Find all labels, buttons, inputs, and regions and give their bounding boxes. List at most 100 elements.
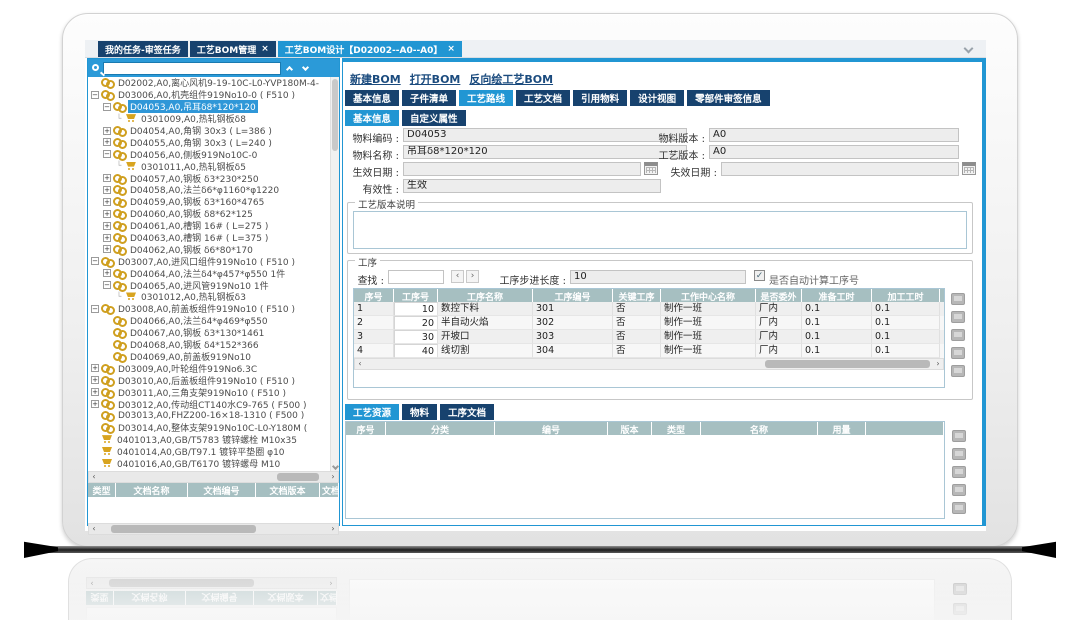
tab-step-doc[interactable]: 工序文档 [440, 404, 494, 420]
tree-item[interactable]: D04056,A0,侧板919No10C-0 [88, 148, 339, 160]
collapse-icon[interactable] [103, 281, 111, 289]
scrollbar-thumb[interactable] [765, 360, 930, 368]
open-bom-link[interactable]: 打开BOM [410, 71, 461, 87]
tree-item-selected[interactable]: D04053,A0,吊耳δ8*120*120 [88, 101, 339, 113]
scroll-left-arrow-icon[interactable] [89, 472, 99, 482]
material-version-field[interactable]: A0 [709, 128, 959, 142]
tree-item[interactable]: D04059,A0,钢板 δ3*160*4765 [88, 196, 339, 208]
tree-item[interactable]: 0401014,A0,GB/T97.1 镀锌平垫圈 φ10 [88, 446, 339, 458]
expand-icon[interactable] [103, 245, 111, 253]
expand-icon[interactable] [103, 234, 111, 242]
tree-item[interactable]: D04068,A0,钢板 δ4*152*366 [88, 339, 339, 351]
reverse-bom-link[interactable]: 反向绘工艺BOM [469, 71, 553, 87]
table-tool-button[interactable] [951, 365, 965, 377]
subtab-custom-props[interactable]: 自定义属性 [402, 110, 466, 126]
table-tool-button[interactable] [952, 430, 966, 442]
validity-field[interactable]: 生效 [403, 179, 661, 193]
tab-child-list[interactable]: 子件清单 [402, 90, 456, 106]
subtab-basic-info[interactable]: 基本信息 [345, 110, 399, 126]
tree-item[interactable]: D04054,A0,角钢 30x3 ( L=386 ) [88, 125, 339, 137]
tree-item[interactable]: D03014,A0,整体支架919No10C-L0-Y180M ( [88, 422, 339, 434]
tree-item[interactable]: D04057,A0,钢板 δ3*230*250 [88, 172, 339, 184]
tab-process-route[interactable]: 工艺路线 [459, 90, 513, 106]
scroll-right-arrow-icon[interactable] [328, 472, 338, 482]
tab-process-resource[interactable]: 工艺资源 [345, 404, 399, 420]
table-tool-button[interactable] [951, 329, 965, 341]
tree-item[interactable]: 0301009,A0,热轧钢板δ8 [88, 113, 339, 125]
cell[interactable]: 40 [394, 344, 438, 358]
tree-item[interactable]: D04063,A0,槽钢 16# ( L=375 ) [88, 232, 339, 244]
expand-icon[interactable] [91, 364, 99, 372]
scrollbar-thumb[interactable] [332, 79, 338, 151]
effective-date-field[interactable] [403, 162, 641, 176]
material-name-field[interactable]: 吊耳δ8*120*120 [403, 145, 687, 159]
tree-item[interactable]: D04069,A0,前盖板919No10 [88, 350, 339, 362]
expand-icon[interactable] [103, 210, 111, 218]
scrollbar-thumb[interactable] [277, 473, 319, 481]
tree-item[interactable]: D04065,A0,进风管919No10 1件 [88, 279, 339, 291]
table-tool-button[interactable] [951, 293, 965, 305]
tab-design-view[interactable]: 设计视图 [630, 90, 684, 106]
tree-item[interactable]: D04064,A0,法兰δ4*φ457*φ550 1件 [88, 267, 339, 279]
tree-item[interactable]: D04062,A0,钢板 δ6*80*170 [88, 243, 339, 255]
scroll-right-arrow-icon[interactable] [933, 359, 943, 369]
material-code-field[interactable]: D04053 [403, 128, 687, 142]
step-length-field[interactable]: 10 [570, 270, 746, 284]
find-input[interactable] [388, 270, 444, 284]
tree-item[interactable]: D03007,A0,进风口组件919No10 ( F510 ) [88, 255, 339, 267]
tree-item[interactable]: D03006,A0,机壳组件919No10-0 ( F510 ) [88, 89, 339, 101]
tab-process-doc[interactable]: 工艺文档 [516, 90, 570, 106]
auto-number-checkbox[interactable] [754, 270, 765, 281]
scroll-left-arrow-icon[interactable] [355, 359, 365, 369]
tree-item[interactable]: 0401016,A0,GB/T6170 镀锌螺母 M10 [88, 458, 339, 470]
next-step-button[interactable]: › [466, 270, 479, 283]
tree-horizontal-scrollbar[interactable] [88, 471, 339, 483]
tree-item[interactable]: D04055,A0,角钢 30x3 ( L=240 ) [88, 136, 339, 148]
table-tool-button[interactable] [952, 502, 966, 514]
search-next-button[interactable] [297, 62, 313, 75]
tree-item[interactable]: D03013,A0,FHZ200-16×18-1310 ( F500 ) [88, 410, 339, 422]
process-row[interactable]: 110数控下料301否制作一班厂内0.10.1 [354, 302, 944, 316]
scroll-right-arrow-icon[interactable] [328, 524, 338, 534]
tree-item[interactable]: D04067,A0,钢板 δ3*130*1461 [88, 327, 339, 339]
search-input[interactable] [103, 62, 281, 75]
expand-icon[interactable] [91, 376, 99, 384]
tree-item[interactable]: D03011,A0,三角支架919No10 ( F510 ) [88, 386, 339, 398]
expand-icon[interactable] [103, 222, 111, 230]
table-tool-button[interactable] [952, 448, 966, 460]
collapse-icon[interactable] [91, 305, 99, 313]
scroll-left-arrow-icon[interactable] [89, 524, 99, 534]
collapse-icon[interactable] [103, 150, 111, 158]
process-version-note-field[interactable] [353, 211, 967, 249]
table-tool-button[interactable] [951, 347, 965, 359]
expand-icon[interactable] [103, 127, 111, 135]
tab-my-tasks[interactable]: 我的任务-审签任务 [98, 41, 188, 57]
tab-ref-material[interactable]: 引用物料 [573, 90, 627, 106]
scroll-down-arrow-icon[interactable] [332, 463, 339, 470]
tree-item[interactable]: D04058,A0,法兰δ6*φ1160*φ1220 [88, 184, 339, 196]
collapse-icon[interactable] [91, 257, 99, 265]
tree-item[interactable]: 0301012,A0,热轧钢板δ3 [88, 291, 339, 303]
doc-table-horizontal-scrollbar[interactable] [88, 523, 339, 535]
tab-basic-info[interactable]: 基本信息 [345, 90, 399, 106]
tab-part-approval[interactable]: 零部件审签信息 [687, 90, 770, 106]
calendar-icon[interactable] [644, 162, 658, 175]
expand-icon[interactable] [91, 388, 99, 396]
process-row[interactable]: 440线切割304否制作一班厂内0.10.1 [354, 344, 944, 358]
tree-item[interactable]: D04061,A0,槽钢 16# ( L=275 ) [88, 220, 339, 232]
scrollbar-thumb[interactable] [111, 525, 256, 533]
prev-step-button[interactable]: ‹ [451, 270, 464, 283]
expand-icon[interactable] [103, 269, 111, 277]
tree-item[interactable]: D02002,A0,离心风机9-19-10C-L0-YVP180M-4- [88, 77, 339, 89]
close-icon[interactable] [261, 45, 269, 54]
process-row[interactable]: 330开坡口303否制作一班厂内0.10.1 [354, 330, 944, 344]
tab-material[interactable]: 物料 [402, 404, 437, 420]
close-icon[interactable] [447, 45, 455, 54]
tree-vertical-scrollbar[interactable] [330, 77, 339, 471]
process-table-horizontal-scrollbar[interactable] [354, 358, 944, 370]
cell[interactable]: 30 [394, 330, 438, 344]
tree-item[interactable]: D03009,A0,叶轮组件919No6.3C [88, 362, 339, 374]
process-row[interactable]: 220半自动火焰302否制作一班厂内0.10.1 [354, 316, 944, 330]
tree-item[interactable]: D04060,A0,钢板 δ8*62*125 [88, 208, 339, 220]
new-bom-link[interactable]: 新建BOM [350, 71, 401, 87]
